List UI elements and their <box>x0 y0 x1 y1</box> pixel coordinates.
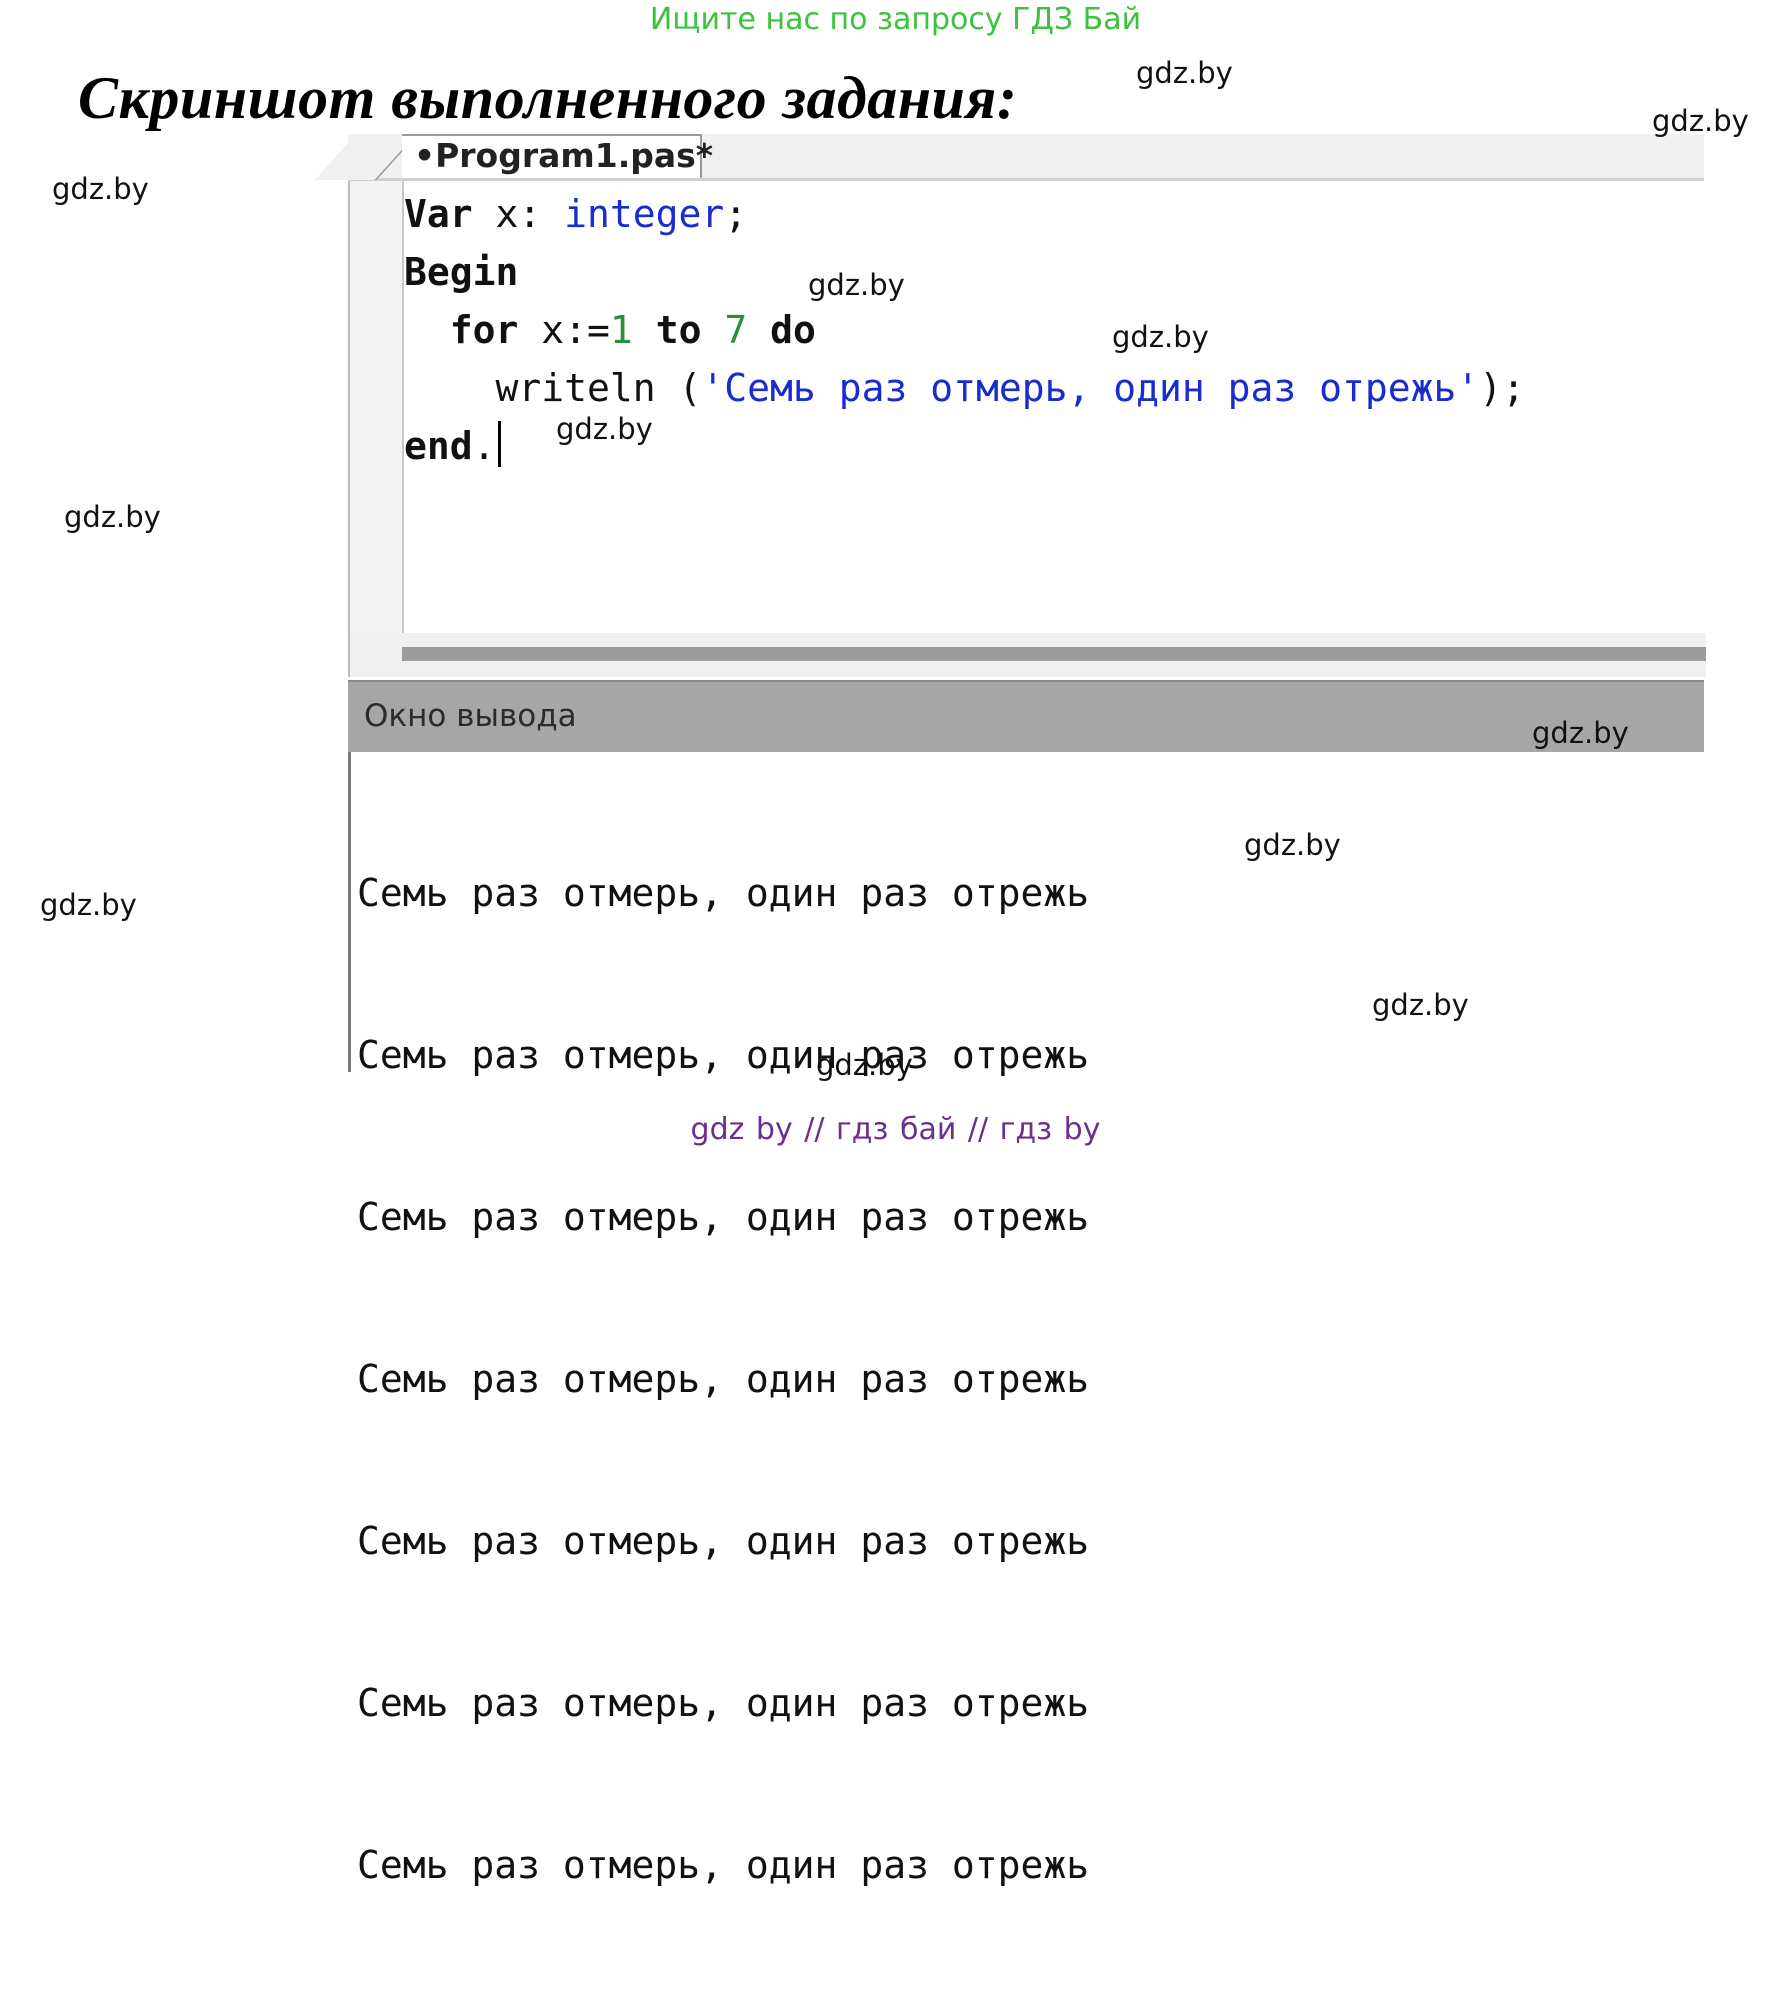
watermark: gdz.by <box>52 172 149 206</box>
watermark: gdz.by <box>64 500 161 534</box>
watermark: gdz.by <box>1244 828 1341 862</box>
watermark: gdz.by <box>1532 716 1629 750</box>
output-line: Семь раз отмерь, один раз отрежь <box>357 1195 1090 1239</box>
tab-program1-label: •Program1.pas* <box>414 136 714 175</box>
watermark: gdz.by <box>808 268 905 302</box>
output-panel[interactable]: Семь раз отмерь, один раз отрежь Семь ра… <box>348 752 1707 1887</box>
footer-links: gdz by // гдз бай // гдз by <box>690 1112 1101 1147</box>
code-line-4: writeln ('Семь раз отмерь, один раз отре… <box>495 366 1526 410</box>
text-cursor <box>497 421 501 467</box>
watermark: gdz.by <box>1652 104 1749 138</box>
code-editor[interactable]: Var x: integer; Begin for x:=1 to 7 do wr… <box>348 181 1706 677</box>
watermark: gdz.by <box>1136 56 1233 90</box>
output-line: Семь раз отмерь, один раз отрежь <box>357 1681 1090 1725</box>
code-line-2: Begin <box>404 250 519 294</box>
horizontal-scrollbar[interactable] <box>402 647 1706 661</box>
output-line: Семь раз отмерь, один раз отрежь <box>357 871 1090 915</box>
output-line: Семь раз отмерь, один раз отрежь <box>357 1519 1090 1563</box>
output-text: Семь раз отмерь, один раз отрежь Семь ра… <box>357 758 1089 2000</box>
watermark: gdz.by <box>1372 988 1469 1022</box>
watermark: gdz.by <box>1112 320 1209 354</box>
code-line-1: Var x: integer; <box>404 192 748 236</box>
watermark: gdz.by <box>816 1048 913 1082</box>
tab-bar: •Program1.pas* <box>314 134 1704 181</box>
watermark: gdz.by <box>40 888 137 922</box>
output-panel-header: Окно вывода <box>348 680 1704 754</box>
page-heading: Скриншот выполненного задания: <box>78 65 1018 131</box>
ide-window: •Program1.pas* Var x: integer; Begin for … <box>314 134 1707 1887</box>
editor-gutter <box>350 181 404 633</box>
watermark: gdz.by <box>556 412 653 446</box>
editor-scroll-area <box>350 633 1706 677</box>
search-banner: Ищите нас по запросу ГДЗ Бай <box>649 2 1142 37</box>
output-line: Семь раз отмерь, один раз отрежь <box>357 1033 1090 1077</box>
output-line: Семь раз отмерь, один раз отрежь <box>357 1843 1090 1887</box>
code-line-3: for x:=1 to 7 do <box>449 308 816 352</box>
output-line: Семь раз отмерь, один раз отрежь <box>357 1357 1090 1401</box>
output-panel-title: Окно вывода <box>364 698 577 734</box>
